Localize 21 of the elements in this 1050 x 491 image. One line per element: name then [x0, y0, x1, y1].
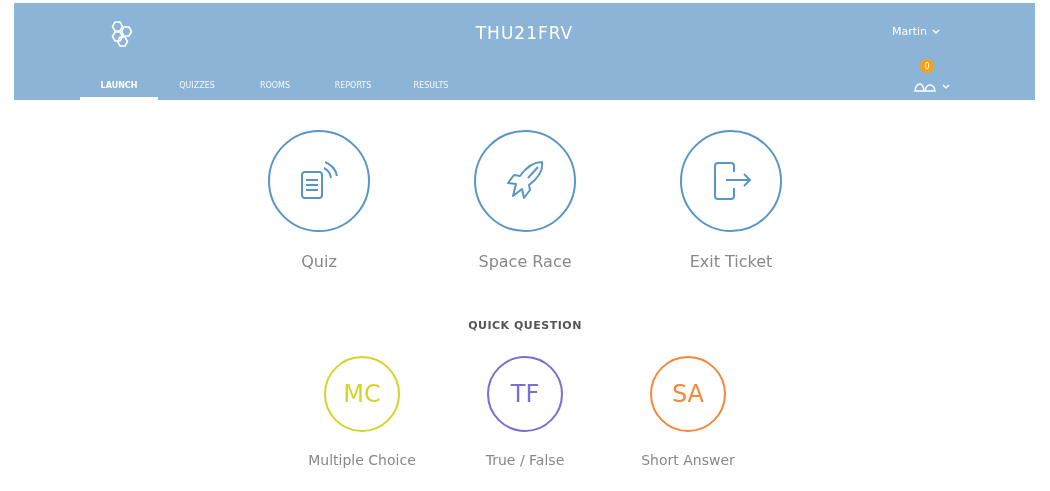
activity-label: Quiz [301, 252, 337, 271]
nav-tab[interactable]: QUIZZES [158, 65, 236, 100]
people-icon[interactable] [914, 81, 936, 92]
notification-badge: 0 [920, 59, 934, 73]
room-name: THU21FRV [474, 23, 575, 43]
nav-tab[interactable]: LAUNCH [80, 65, 158, 100]
question-type-button[interactable]: SA [650, 356, 726, 432]
section-heading: QUICK QUESTION [467, 319, 583, 332]
question-type-button[interactable]: MC [324, 356, 400, 432]
question-type-label: True / False [485, 452, 565, 468]
question-type-label: Short Answer [641, 452, 735, 468]
caret-icon [932, 29, 941, 34]
question-type-button[interactable]: TF [487, 356, 563, 432]
nav-tab[interactable]: REPORTS [314, 65, 392, 100]
question-type-label: Multiple Choice [308, 452, 416, 468]
user-menu[interactable]: Martin [892, 25, 941, 38]
activity-label: Exit Ticket [689, 252, 773, 271]
caret-icon[interactable] [942, 84, 950, 89]
activity-label: Space Race [478, 252, 572, 271]
nav-tab[interactable]: RESULTS [392, 65, 470, 100]
nav-tab[interactable]: ROOMS [236, 65, 314, 100]
